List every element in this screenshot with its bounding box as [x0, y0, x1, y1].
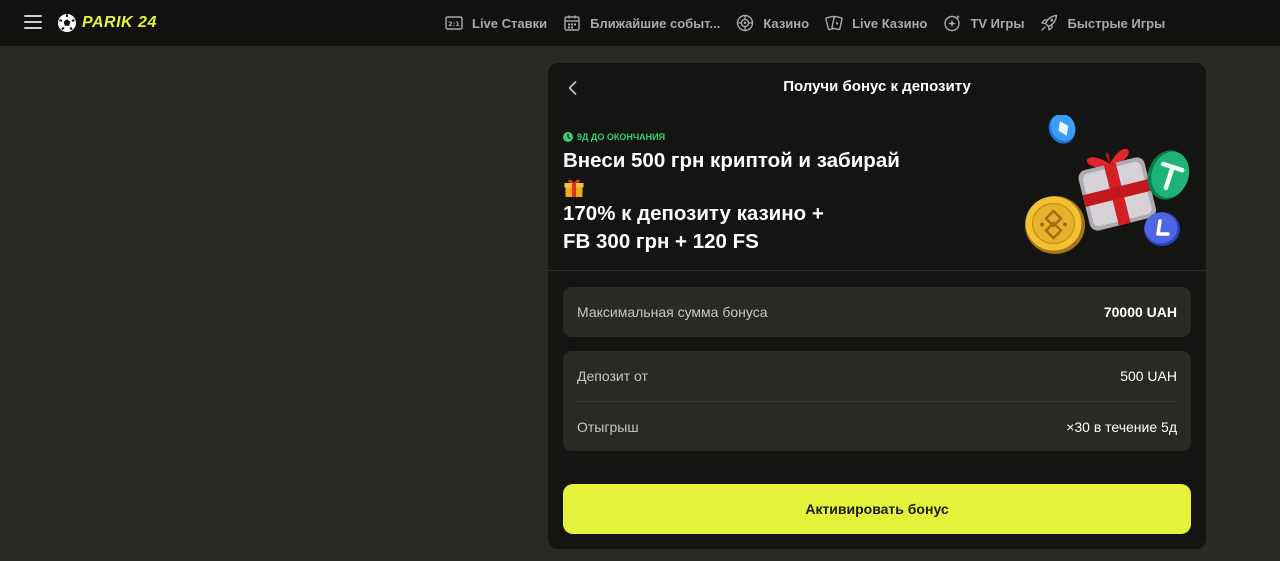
- nav-label: Казино: [763, 15, 810, 31]
- bonus-panel: Получи бонус к депозиту 9Д ДО ОКОНЧАНИЯ …: [548, 63, 1206, 549]
- top-bar: PARIK 24 2:1 Live Ставки Ближайшие событ…: [0, 0, 1280, 46]
- row-label: Депозит от: [577, 368, 648, 384]
- nav-label: Live Казино: [852, 15, 928, 31]
- tv-games-icon: [944, 15, 961, 32]
- max-bonus-card: Максимальная сумма бонуса 70000 UAH: [563, 287, 1191, 337]
- football-logo-icon: [58, 14, 76, 32]
- wager-row: Отыгрыш ×30 в течение 5д: [577, 401, 1177, 451]
- main-nav: 2:1 Live Ставки Ближайшие событ... Казин…: [445, 0, 1181, 46]
- row-label: Отыгрыш: [577, 418, 639, 435]
- deadline-text: 9Д ДО ОКОНЧАНИЯ: [577, 132, 666, 142]
- menu-icon[interactable]: [24, 15, 42, 29]
- row-label: Максимальная сумма бонуса: [577, 304, 768, 320]
- promo-line: FB 300 грн + 120 FS: [563, 230, 759, 253]
- deposit-row: Депозит от 500 UAH: [577, 351, 1177, 401]
- rocket-icon: [1041, 14, 1058, 31]
- logo[interactable]: PARIK 24: [57, 12, 157, 34]
- calendar-icon: [564, 15, 580, 31]
- nav-item-tv-games[interactable]: TV Игры: [943, 0, 1024, 46]
- nav-label: Ближайшие событ...: [590, 15, 721, 31]
- clock-icon: [563, 132, 573, 142]
- live-bets-icon: 2:1: [445, 16, 463, 30]
- promo-banner: 9Д ДО ОКОНЧАНИЯ Внеси 500 грн криптой и …: [548, 113, 1206, 271]
- panel-header: Получи бонус к депозиту: [548, 63, 1206, 113]
- bonus-details: Максимальная сумма бонуса 70000 UAH Депо…: [563, 287, 1191, 465]
- gift-icon: [564, 179, 584, 197]
- nav-item-quick-games[interactable]: Быстрые Игры: [1040, 0, 1165, 46]
- nav-item-casino[interactable]: Казино: [736, 0, 809, 46]
- panel-title: Получи бонус к депозиту: [783, 78, 971, 95]
- roulette-icon: [737, 14, 754, 32]
- deadline-badge: 9Д ДО ОКОНЧАНИЯ: [563, 132, 665, 142]
- nav-item-live-casino[interactable]: Live Казино: [825, 0, 927, 46]
- logo-text: PARIK 24: [82, 14, 157, 31]
- promo-line: Внеси 500 грн криптой и забирай: [563, 149, 900, 172]
- row-value: 70000 UAH: [1103, 304, 1177, 320]
- max-bonus-row: Максимальная сумма бонуса 70000 UAH: [577, 287, 1177, 337]
- activate-bonus-button[interactable]: Активировать бонус: [563, 484, 1191, 534]
- nav-label: Live Ставки: [472, 15, 548, 31]
- svg-text:2:1: 2:1: [448, 20, 460, 28]
- nav-label: TV Игры: [970, 15, 1025, 31]
- row-value: 500 UAH: [1120, 368, 1177, 384]
- conditions-card: Депозит от 500 UAH Отыгрыш ×30 в течение…: [563, 351, 1191, 451]
- cards-icon: [825, 15, 843, 31]
- promo-headline: Внеси 500 грн криптой и забирай 170% к д…: [563, 147, 943, 256]
- promo-line: 170% к депозиту казино +: [563, 202, 824, 225]
- nav-item-upcoming[interactable]: Ближайшие событ...: [563, 0, 720, 46]
- crypto-gift-illustration: [1025, 115, 1190, 254]
- row-value: ×30 в течение 5д: [1066, 418, 1177, 435]
- nav-item-live-bets[interactable]: 2:1 Live Ставки: [445, 0, 547, 46]
- nav-label: Быстрые Игры: [1067, 15, 1166, 31]
